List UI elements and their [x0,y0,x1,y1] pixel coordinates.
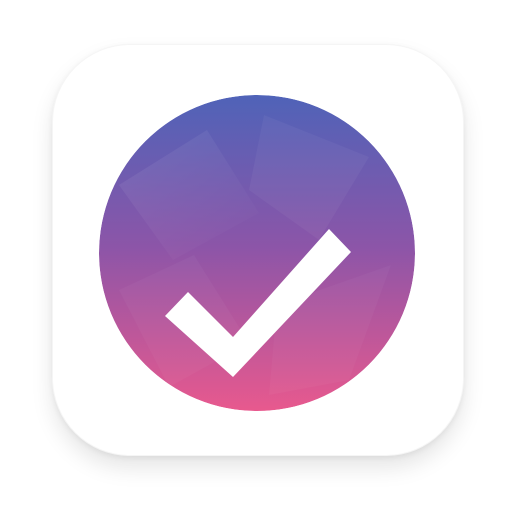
app-icon-canvas [0,0,512,512]
circle-background [99,95,415,411]
gradient-circle [99,95,415,411]
app-icon-tile[interactable] [52,44,464,456]
check-badge-svg [99,95,415,411]
